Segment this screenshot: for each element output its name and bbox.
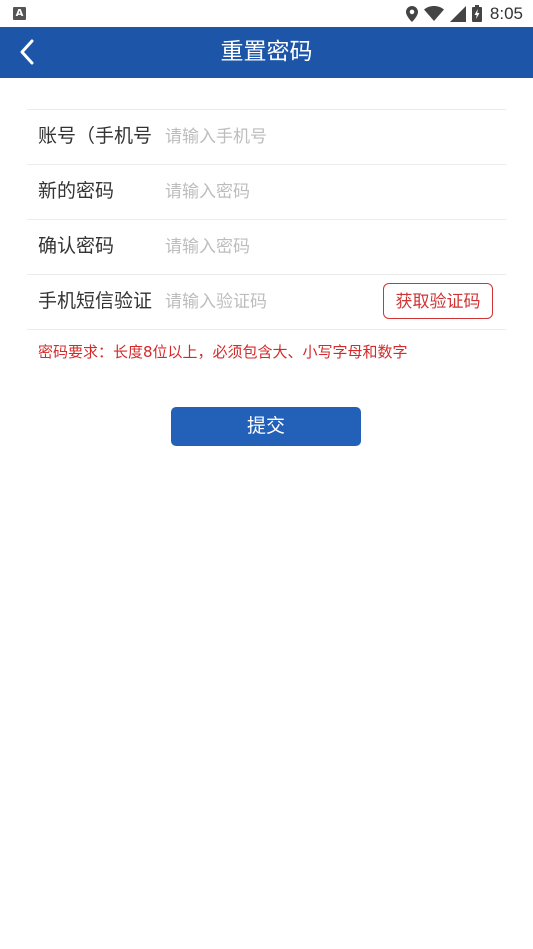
new-password-input[interactable] [165, 177, 365, 207]
sms-code-input[interactable] [165, 287, 365, 317]
form-row-confirm-password: 确认密码 [27, 220, 506, 275]
form-row-sms-code: 手机短信验证 获取验证码 [27, 275, 506, 330]
submit-button[interactable]: 提交 [171, 407, 361, 446]
status-bar: A 8:05 [0, 0, 533, 27]
new-password-label: 新的密码 [38, 180, 115, 202]
reset-password-form: 账号（手机号 新的密码 确认密码 手机短信验证 获取验证码 [27, 109, 506, 330]
title-bar: 重置密码 [0, 27, 533, 78]
signal-icon [449, 5, 466, 22]
location-icon [405, 5, 418, 22]
phone-label: 账号（手机号 [38, 125, 153, 147]
page-title: 重置密码 [220, 39, 313, 65]
form-row-new-password: 新的密码 [27, 165, 506, 220]
chevron-left-icon [20, 39, 34, 65]
confirm-password-label: 确认密码 [38, 235, 115, 257]
back-button[interactable] [8, 33, 46, 71]
get-code-button[interactable]: 获取验证码 [383, 283, 493, 319]
status-icons: 8:05 [405, 3, 523, 24]
status-time: 8:05 [489, 3, 523, 23]
notification-a-icon: A [13, 7, 26, 20]
battery-icon [471, 5, 482, 22]
password-requirement-note: 密码要求：长度8位以上，必须包含大、小写字母和数字 [38, 343, 408, 361]
sms-code-label: 手机短信验证 [38, 290, 153, 312]
form-row-phone: 账号（手机号 [27, 110, 506, 165]
wifi-icon [423, 6, 444, 21]
confirm-password-input[interactable] [165, 232, 365, 262]
phone-input[interactable] [165, 122, 365, 152]
